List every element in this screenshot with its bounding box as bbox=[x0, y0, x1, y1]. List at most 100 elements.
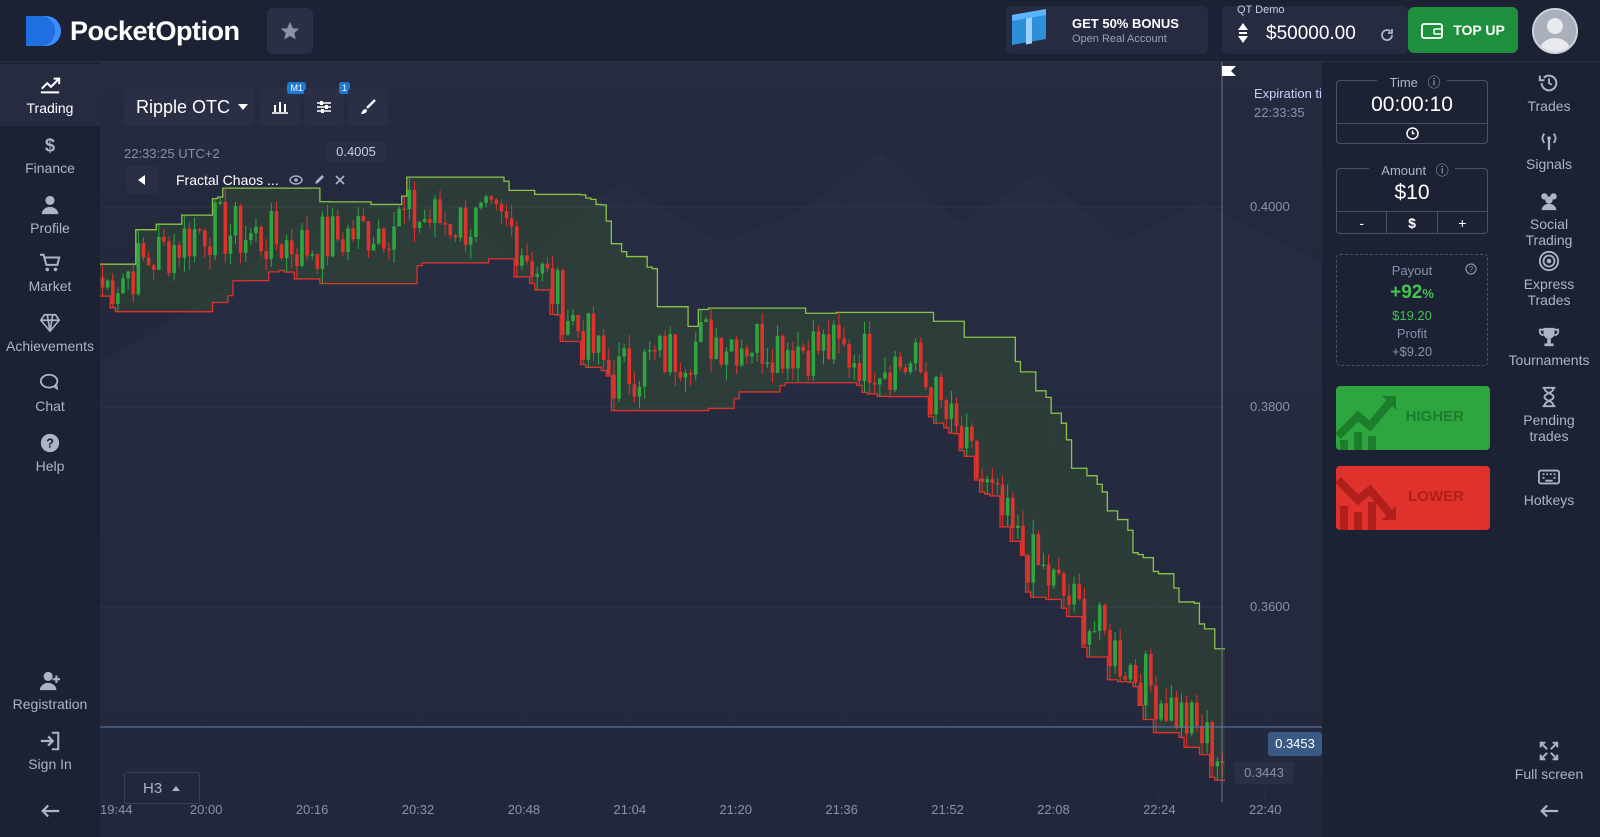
x-tick-label: 21:36 bbox=[825, 802, 858, 817]
rightnav-item-signals[interactable]: Signals bbox=[1498, 130, 1600, 172]
candle-body bbox=[1051, 569, 1056, 586]
rightnav-item-express-trades[interactable]: Express Trades bbox=[1498, 250, 1600, 308]
collapse-rightbar-button[interactable] bbox=[1498, 800, 1600, 826]
amount-increase-button[interactable]: + bbox=[1438, 212, 1487, 233]
rightnav-item-trades[interactable]: Trades bbox=[1498, 72, 1600, 114]
candle-body bbox=[499, 204, 504, 212]
payout-amount: $19.20 bbox=[1392, 308, 1432, 323]
candle-body bbox=[361, 216, 366, 221]
sort-arrows-icon bbox=[1238, 23, 1248, 43]
candle-body bbox=[417, 221, 422, 229]
candle-body bbox=[1057, 569, 1061, 574]
amount-field[interactable]: Amount ⓘ $10 - $ + bbox=[1336, 163, 1488, 234]
pencil-icon[interactable] bbox=[313, 174, 325, 186]
candle-body bbox=[1000, 484, 1005, 516]
candle-body bbox=[366, 220, 371, 251]
timeframe-selector[interactable]: H3 bbox=[124, 772, 200, 804]
candle-body bbox=[898, 356, 903, 368]
x-tick-label: 20:16 bbox=[296, 802, 329, 817]
top-bar: PocketOption GET 50% BONUS Open Real Acc… bbox=[0, 0, 1600, 62]
chart-type-button[interactable]: M1 bbox=[260, 82, 306, 126]
candle-body bbox=[514, 226, 519, 266]
top-up-button[interactable]: TOP UP bbox=[1408, 7, 1518, 53]
sidebar-item-trading[interactable]: Trading bbox=[0, 64, 100, 126]
candle-body bbox=[862, 333, 867, 382]
amount-label: Amount bbox=[1375, 163, 1433, 178]
avatar[interactable] bbox=[1532, 8, 1578, 54]
sidebar-item-help[interactable]: ? Help bbox=[0, 426, 100, 482]
candle-body bbox=[1159, 703, 1163, 720]
candle-body bbox=[1210, 722, 1215, 767]
candle-body bbox=[627, 348, 632, 385]
amount-decrease-button[interactable]: - bbox=[1337, 212, 1388, 233]
sidebar-item-market[interactable]: Market bbox=[0, 246, 100, 302]
candle-body bbox=[964, 426, 969, 449]
sidebar-item-sign-in[interactable]: Sign In bbox=[0, 724, 100, 780]
candle-body bbox=[954, 403, 959, 427]
bonus-subtitle: Open Real Account bbox=[1072, 32, 1167, 45]
candle-body bbox=[734, 339, 739, 366]
payout-percent: +92 bbox=[1390, 282, 1423, 303]
collapse-indicators-button[interactable] bbox=[126, 166, 158, 194]
question-icon[interactable]: ? bbox=[1465, 263, 1477, 275]
candle-body bbox=[918, 342, 923, 372]
time-field[interactable]: Time ⓘ 00:00:10 bbox=[1336, 75, 1488, 144]
candle-body bbox=[474, 207, 478, 237]
candle-body bbox=[780, 335, 785, 369]
candle-body bbox=[832, 324, 836, 360]
candle-body bbox=[1189, 702, 1194, 734]
rightnav-item-pending-trades[interactable]: Pending trades bbox=[1498, 386, 1600, 444]
candle-body bbox=[310, 254, 315, 256]
candle-body bbox=[289, 240, 294, 255]
drawing-button[interactable] bbox=[348, 88, 388, 126]
rightnav-item-hotkeys[interactable]: Hotkeys bbox=[1498, 466, 1600, 508]
arrow-left-icon bbox=[1540, 804, 1559, 818]
currency-button[interactable]: $ bbox=[1387, 212, 1438, 233]
candle-body bbox=[1154, 685, 1158, 720]
balance-widget[interactable]: QT Demo $50000.00 bbox=[1222, 4, 1408, 54]
rightnav-item-social-trading[interactable]: Social Trading bbox=[1498, 190, 1600, 248]
indicators-button[interactable]: 1 bbox=[304, 82, 350, 126]
candle-body bbox=[187, 228, 192, 257]
rightnav-item-tournaments[interactable]: Tournaments bbox=[1498, 326, 1600, 368]
user-plus-icon bbox=[39, 671, 61, 691]
sidebar-item-registration[interactable]: Registration bbox=[0, 664, 100, 720]
lower-button[interactable]: LOWER bbox=[1336, 466, 1490, 530]
higher-button[interactable]: HIGHER bbox=[1336, 386, 1490, 450]
candle-body bbox=[1169, 697, 1174, 721]
candle-body bbox=[167, 241, 171, 274]
candle-body bbox=[146, 257, 151, 266]
svg-text:?: ? bbox=[1469, 265, 1474, 274]
close-icon[interactable] bbox=[335, 175, 345, 185]
candle-body bbox=[320, 216, 325, 269]
candle-body bbox=[806, 350, 811, 376]
candle-body bbox=[371, 243, 376, 251]
candle-body bbox=[484, 196, 488, 203]
bonus-banner[interactable]: GET 50% BONUS Open Real Account bbox=[1006, 6, 1208, 54]
target-icon bbox=[1538, 250, 1560, 272]
chart-line-icon bbox=[40, 77, 61, 94]
candle-body bbox=[581, 331, 586, 360]
favorite-button[interactable] bbox=[267, 8, 313, 54]
candle-body bbox=[1195, 702, 1199, 726]
candle-body bbox=[1174, 697, 1179, 728]
refresh-icon[interactable] bbox=[1380, 28, 1394, 42]
collapse-sidebar-button[interactable] bbox=[0, 800, 100, 824]
brand-logo[interactable]: PocketOption bbox=[20, 12, 240, 50]
sidebar-item-finance[interactable]: $ Finance bbox=[0, 128, 100, 184]
sidebar-item-achievements[interactable]: Achievements bbox=[0, 306, 100, 362]
clock-icon[interactable] bbox=[1405, 127, 1419, 140]
rightnav-item-full-screen[interactable]: Full screen bbox=[1498, 740, 1600, 782]
candle-body bbox=[1164, 703, 1168, 721]
candle-body bbox=[750, 353, 754, 357]
candle-body bbox=[1097, 604, 1102, 631]
candle-body bbox=[428, 218, 432, 223]
candle-body bbox=[494, 199, 499, 205]
sidebar-item-profile[interactable]: Profile bbox=[0, 188, 100, 244]
sidebar-item-chat[interactable]: Chat bbox=[0, 366, 100, 422]
x-tick-label: 19:44 bbox=[100, 802, 133, 817]
eye-icon[interactable] bbox=[289, 175, 303, 185]
profit-value: +$9.20 bbox=[1391, 344, 1433, 359]
candle-body bbox=[1036, 534, 1041, 565]
asset-selector[interactable]: Ripple OTC bbox=[124, 88, 254, 126]
